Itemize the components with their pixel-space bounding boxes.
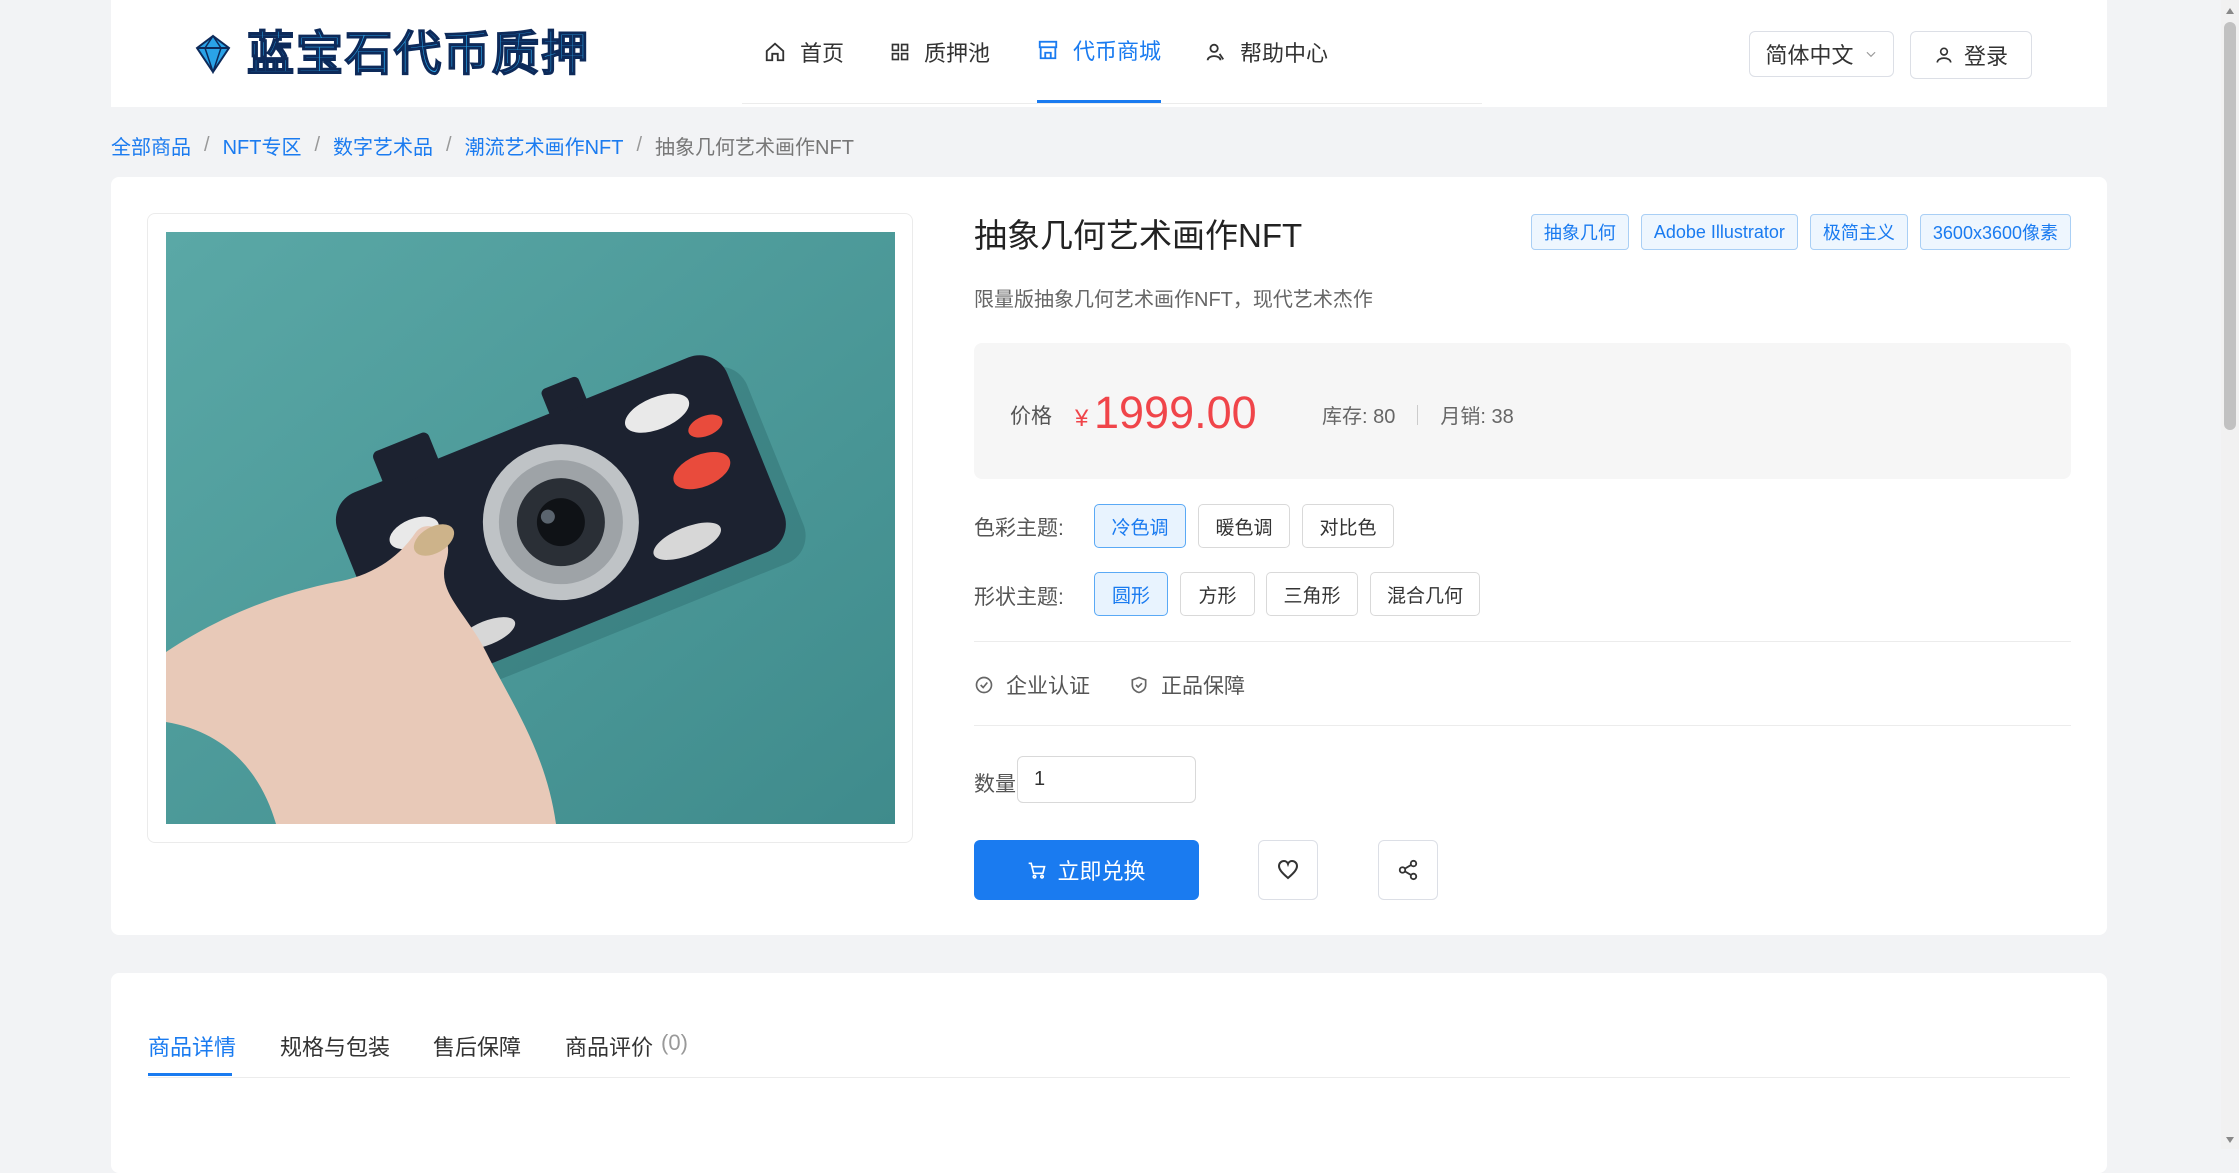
quantity-label: 数量 <box>974 773 1016 796</box>
stock-count: 库存: 80 <box>1322 406 1396 428</box>
site-logo[interactable]: 蓝宝石代币质押 <box>193 26 590 82</box>
cert-enterprise-label: 企业认证 <box>1006 675 1090 698</box>
tab-product-details[interactable]: 商品详情 <box>148 1030 236 1062</box>
nav-token-store-label: 代币商城 <box>1073 39 1162 64</box>
breadcrumb-separator: / <box>446 133 452 156</box>
divider <box>1417 404 1419 425</box>
support-icon <box>1204 41 1226 63</box>
scroll-down-arrow-icon[interactable] <box>2223 1133 2237 1147</box>
nav-staking-pool-label: 质押池 <box>924 40 991 66</box>
product-subtitle: 限量版抽象几何艺术画作NFT，现代艺术杰作 <box>974 289 1373 311</box>
price-label: 价格 <box>1010 405 1052 428</box>
tag-minimalism: 极简主义 <box>1809 214 1908 250</box>
scrollbar-thumb[interactable] <box>2224 22 2236 430</box>
cert-enterprise: 企业认证 <box>974 670 1090 700</box>
tab-after-sales[interactable]: 售后保障 <box>433 1030 521 1062</box>
nav-help-center[interactable]: 帮助中心 <box>1204 0 1328 103</box>
share-button[interactable] <box>1378 840 1438 900</box>
quantity-input[interactable] <box>1017 756 1196 803</box>
breadcrumb-separator: / <box>636 133 643 156</box>
language-select[interactable]: 简体中文 <box>1749 31 1894 77</box>
nav-help-center-label: 帮助中心 <box>1240 40 1329 66</box>
check-circle-icon <box>974 675 994 695</box>
grid-icon <box>890 42 910 62</box>
breadcrumb-digital-art[interactable]: 数字艺术品 <box>333 131 433 160</box>
stock-info: 库存: 80 月销: 38 <box>1322 400 1514 429</box>
redeem-button[interactable]: 立即兑换 <box>974 840 1199 900</box>
product-title: 抽象几何艺术画作NFT <box>974 217 1303 254</box>
tabs-divider <box>148 1077 2070 1078</box>
nav-home-label: 首页 <box>800 40 845 66</box>
active-tab-indicator <box>148 1073 232 1076</box>
chevron-down-icon <box>1864 47 1878 61</box>
login-label: 登录 <box>1963 44 2008 69</box>
tab-reviews-label: 商品评价 <box>565 1035 654 1060</box>
review-count: (0) <box>661 1030 688 1055</box>
tag-adobe-illustrator: Adobe Illustrator <box>1640 214 1798 250</box>
logo-text: 蓝宝石代币质押 <box>246 26 590 81</box>
product-tags: 抽象几何 Adobe Illustrator 极简主义 3600x3600像素 <box>1530 214 2071 250</box>
color-theme-label: 色彩主题: <box>974 517 1064 540</box>
shield-check-icon <box>1129 675 1149 695</box>
cert-genuine-label: 正品保障 <box>1161 675 1245 698</box>
nav-home[interactable]: 首页 <box>764 0 844 103</box>
color-option-cool[interactable]: 冷色调 <box>1094 504 1186 548</box>
share-icon <box>1397 859 1419 881</box>
breadcrumb: 全部商品 / NFT专区 / 数字艺术品 / 潮流艺术画作NFT / 抽象几何艺… <box>111 130 854 160</box>
price-value: 1999.00 <box>1094 387 1257 438</box>
breadcrumb-separator: / <box>314 133 321 156</box>
cert-genuine: 正品保障 <box>1129 670 1245 700</box>
breadcrumb-current: 抽象几何艺术画作NFT <box>655 136 854 159</box>
tag-resolution: 3600x3600像素 <box>1919 214 2071 250</box>
sapphire-logo-icon <box>193 34 233 74</box>
nav-token-store[interactable]: 代币商城 <box>1037 0 1162 103</box>
divider <box>974 725 2071 726</box>
login-button[interactable]: 登录 <box>1910 31 2032 79</box>
shape-option-square[interactable]: 方形 <box>1180 572 1255 616</box>
color-option-contrast[interactable]: 对比色 <box>1302 504 1394 548</box>
favorite-button[interactable] <box>1258 840 1318 900</box>
scroll-up-arrow-icon[interactable] <box>2223 4 2237 18</box>
home-icon <box>764 41 786 63</box>
main-nav: 首页 质押池 代币商城 帮助中心 <box>742 0 1482 104</box>
tab-specs-packaging[interactable]: 规格与包装 <box>280 1030 390 1062</box>
language-label: 简体中文 <box>1765 43 1854 68</box>
shape-option-mixed[interactable]: 混合几何 <box>1370 572 1480 616</box>
breadcrumb-nft-zone[interactable]: NFT专区 <box>223 131 302 160</box>
shape-option-circle[interactable]: 圆形 <box>1094 572 1168 616</box>
cart-icon <box>1027 860 1047 880</box>
breadcrumb-all-products[interactable]: 全部商品 <box>111 131 191 160</box>
user-icon <box>1934 45 1954 65</box>
heart-icon <box>1276 858 1300 882</box>
divider <box>974 641 2071 642</box>
monthly-sales: 月销: 38 <box>1440 406 1514 428</box>
shape-theme-label: 形状主题: <box>974 586 1064 609</box>
shape-option-triangle[interactable]: 三角形 <box>1266 572 1358 616</box>
price-currency: ¥ <box>1075 405 1089 432</box>
nav-staking-pool[interactable]: 质押池 <box>890 0 990 103</box>
tab-reviews[interactable]: 商品评价 (0) <box>565 1030 688 1062</box>
tag-abstract-geometry: 抽象几何 <box>1530 214 1629 250</box>
store-icon <box>1037 39 1059 61</box>
detail-card <box>111 973 2107 1173</box>
product-image[interactable] <box>166 232 895 824</box>
breadcrumb-separator: / <box>204 133 210 156</box>
breadcrumb-trend-art[interactable]: 潮流艺术画作NFT <box>465 131 624 160</box>
redeem-label: 立即兑换 <box>1057 859 1146 884</box>
color-option-warm[interactable]: 暖色调 <box>1198 504 1290 548</box>
